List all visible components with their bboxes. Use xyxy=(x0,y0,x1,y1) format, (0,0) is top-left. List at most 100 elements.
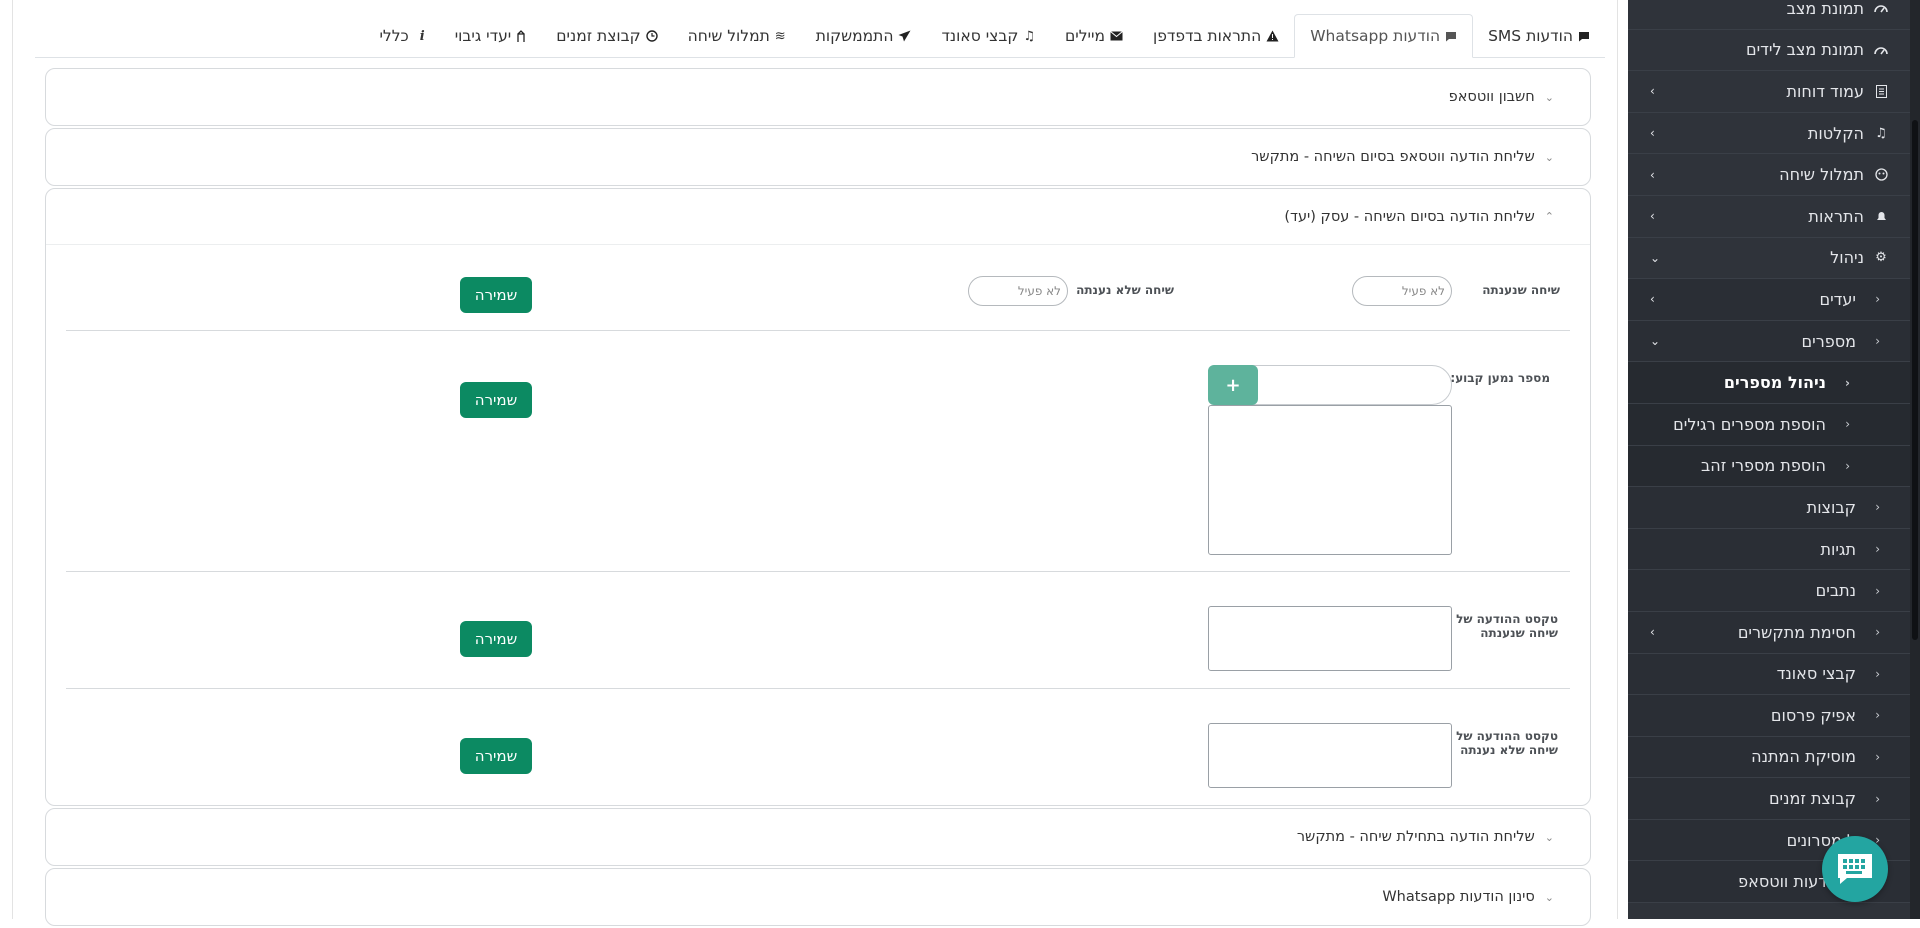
save-button[interactable]: שמירה xyxy=(460,382,532,418)
sidebar-item[interactable]: ⚙ ניהול ⌄ xyxy=(1628,237,1910,280)
sidebar-item-label: אפיק פרסום xyxy=(1770,705,1856,725)
music-icon: ♫ xyxy=(1875,125,1887,141)
tab-emails[interactable]: מיילים xyxy=(1050,14,1138,58)
sidebar-item[interactable]: ‹ מוסיקת המתנה xyxy=(1628,736,1910,779)
sidebar-item[interactable]: ‹ הוספת מספרי זהב xyxy=(1628,445,1910,488)
chevron-right-icon: › xyxy=(1650,84,1655,99)
sidebar-item[interactable]: ‹ נתבים xyxy=(1628,570,1910,612)
chevron-right-icon: › xyxy=(1650,292,1655,307)
tab-transcription[interactable]: ≋ תמלול שיחה xyxy=(673,14,801,58)
sidebar-item[interactable]: תמלול שיחה › xyxy=(1628,154,1910,196)
sidebar-menu: תמונת מצב תמונת מצב לידים עמוד דוחות › ♫ הקלט… xyxy=(1628,0,1910,904)
sidebar-item[interactable]: ‹ חסימת מתקשרים › xyxy=(1628,611,1910,654)
sidebar-scrollbar-thumb[interactable] xyxy=(1912,120,1918,640)
sidebar-item[interactable]: ♫ הקלטות › xyxy=(1628,112,1910,155)
panel-title: חשבון ווטסאפ xyxy=(1448,89,1535,105)
tab-backup-targets[interactable]: יעדי גיבוי xyxy=(440,14,542,58)
tab-sound-files[interactable]: ♫ קבצי סאונד xyxy=(926,14,1050,58)
sidebar-item-label: תמונת מצב לידים xyxy=(1745,40,1864,60)
chevron-down-icon: ⌄ xyxy=(1544,150,1554,164)
chevron-right-icon: › xyxy=(1650,126,1655,141)
chevron-left-icon: ‹ xyxy=(1875,542,1880,557)
chevron-right-icon: › xyxy=(1650,625,1655,640)
chat-widget-button[interactable] xyxy=(1822,836,1888,902)
save-button[interactable]: שמירה xyxy=(460,621,532,657)
sidebar-item[interactable]: ‹ תגיות xyxy=(1628,528,1910,571)
tab-label: קבצי סאונד xyxy=(941,27,1019,45)
gauge-icon xyxy=(1872,41,1890,59)
answered-text-label: טקסט ההודעה של שיחה שנענתה xyxy=(1456,612,1558,640)
sidebar-item[interactable]: ‹ קבוצת זמנים xyxy=(1628,778,1910,820)
sidebar-item[interactable]: התראות › xyxy=(1628,195,1910,238)
sidebar-item[interactable]: ‹ הוספת מספרים רגילים xyxy=(1628,403,1910,446)
tab-integrations[interactable]: התממשקות xyxy=(801,14,927,58)
tab-sms[interactable]: הודעות SMS xyxy=(1473,14,1605,58)
tab-label: תמלול שיחה xyxy=(687,27,770,45)
tab-whatsapp[interactable]: הודעות Whatsapp xyxy=(1294,14,1474,58)
tab-label: הודעות Whatsapp xyxy=(1310,27,1441,45)
sidebar-item-label: ניהול xyxy=(1830,248,1864,268)
tab-browser-alerts[interactable]: התראות בדפדפן xyxy=(1138,14,1294,58)
chevron-up-icon: ⌃ xyxy=(1544,210,1554,223)
chevron-down-icon: ⌄ xyxy=(1650,250,1661,265)
chevron-down-icon: ⌄ xyxy=(1544,830,1554,844)
panel-whatsapp-account: ⌄ חשבון ווטסאפ xyxy=(45,68,1591,126)
panel-header-end-call-caller[interactable]: ⌄ שליחת הודעה ווטסאפ בסיום השיחה - מתקשר xyxy=(46,129,1590,185)
panel-whatsapp-filter: ⌄ סינון הודעות Whatsapp xyxy=(45,868,1591,926)
sidebar-item-label: הוספת מספרים רגילים xyxy=(1673,414,1826,434)
sidebar-item[interactable]: ‹ יעדים › xyxy=(1628,279,1910,321)
gear-icon: ⚙ xyxy=(1875,250,1887,266)
panel-header-whatsapp-filter[interactable]: ⌄ סינון הודעות Whatsapp xyxy=(46,869,1590,925)
main-content: הודעות SMS הודעות Whatsapp התראות בדפדפן… xyxy=(12,0,1618,926)
waves-icon: ≋ xyxy=(774,28,786,44)
sidebar-item[interactable]: ‹ קבצי סאונד xyxy=(1628,653,1910,696)
tab-general[interactable]: i כללי xyxy=(364,14,439,58)
sidebar-item[interactable]: עמוד דוחות › xyxy=(1628,71,1910,113)
save-button[interactable]: שמירה xyxy=(460,738,532,774)
toggle-knob xyxy=(1355,279,1379,303)
sidebar-item[interactable]: ‹ מספרים ⌄ xyxy=(1628,320,1910,363)
unanswered-text-label: טקסט ההודעה של שיחה שלא נענתה xyxy=(1456,729,1558,757)
whatsapp-icon xyxy=(1445,31,1457,42)
sidebar-item[interactable]: ‹ אפיק פרסום xyxy=(1628,695,1910,737)
tab-label: יעדי גיבוי xyxy=(454,27,512,45)
recipient-numbers-list[interactable] xyxy=(1208,405,1452,555)
sidebar-item-label: מספרים xyxy=(1801,331,1856,351)
sidebar-item[interactable]: ‹ ניהול מספרים xyxy=(1628,362,1910,404)
unanswered-call-toggle[interactable]: לא פעיל xyxy=(968,276,1068,306)
sidebar-item-label: הקלטות xyxy=(1807,123,1864,143)
panel-header-end-call-business[interactable]: ⌃ שליחת הודעה בסיום השיחה - עסק (יעד) xyxy=(46,189,1590,245)
save-button[interactable]: שמירה xyxy=(460,277,532,313)
answered-call-toggle[interactable]: לא פעיל xyxy=(1352,276,1452,306)
sidebar-item-label: קבוצות xyxy=(1806,497,1856,517)
sidebar-item[interactable]: תמונת מצב xyxy=(1628,0,1910,30)
toggle-knob xyxy=(971,279,995,303)
toggle-state: לא פעיל xyxy=(1017,284,1061,298)
info-icon: i xyxy=(419,28,425,44)
unanswered-call-label: שיחה שלא נענתה xyxy=(1076,283,1174,297)
music-icon: ♫ xyxy=(1023,28,1035,44)
sidebar-item-label: התראות xyxy=(1808,206,1864,226)
sidebar-item[interactable]: ‹ קבוצות xyxy=(1628,487,1910,529)
sidebar-item-label: קבוצת זמנים xyxy=(1768,789,1856,809)
panel-header-whatsapp-account[interactable]: ⌄ חשבון ווטסאפ xyxy=(46,69,1590,125)
sidebar: תמונת מצב תמונת מצב לידים עמוד דוחות › ♫ הקלט… xyxy=(1628,0,1910,919)
tab-label: הודעות SMS xyxy=(1488,27,1573,45)
chevron-left-icon: ‹ xyxy=(1875,583,1880,598)
chevron-down-icon: ⌄ xyxy=(1650,334,1661,349)
panel-end-call-business: ⌃ שליחת הודעה בסיום השיחה - עסק (יעד) שי… xyxy=(45,188,1591,806)
chevron-left-icon: ‹ xyxy=(1875,749,1880,764)
tab-time-groups[interactable]: קבוצת זמנים xyxy=(541,14,672,58)
tab-label: קבוצת זמנים xyxy=(556,27,641,45)
sidebar-item-label: תמונת מצב xyxy=(1786,0,1864,18)
answered-message-textarea[interactable] xyxy=(1208,606,1452,671)
chevron-right-icon: › xyxy=(1650,167,1655,182)
unanswered-message-textarea[interactable] xyxy=(1208,723,1452,788)
accordion: ⌄ חשבון ווטסאפ ⌄ שליחת הודעה ווטסאפ בסיו… xyxy=(45,68,1591,928)
add-number-button[interactable]: + xyxy=(1208,365,1258,405)
sidebar-item-label: קבצי סאונד xyxy=(1776,664,1856,684)
tab-label: התראות בדפדפן xyxy=(1153,27,1262,45)
sidebar-item[interactable]: תמונת מצב לידים xyxy=(1628,29,1910,72)
panel-header-start-call-caller[interactable]: ⌄ שליחת הודעה בתחילת שיחה - מתקשר xyxy=(46,809,1590,865)
panel-title: שליחת הודעה בסיום השיחה - עסק (יעד) xyxy=(1284,208,1535,225)
